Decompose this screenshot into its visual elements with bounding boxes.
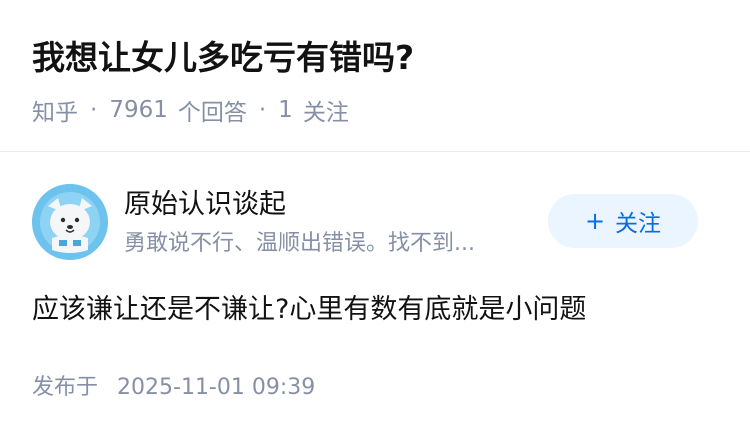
publish-info: 发布于 2025-11-01 09:39 — [32, 372, 315, 404]
question-meta: 知乎 · 7961 个回答 · 1 关注 — [32, 92, 349, 128]
publish-datetime: 2025-11-01 09:39 — [117, 375, 316, 400]
source-label: 知乎 — [32, 100, 78, 126]
author-avatar[interactable] — [32, 184, 108, 260]
follow-count: 1 — [278, 97, 293, 123]
question-title[interactable]: 我想让女儿多吃亏有错吗? — [32, 34, 414, 82]
publish-label: 发布于 — [32, 375, 99, 400]
dog-avatar-icon — [32, 184, 108, 260]
meta-separator: · — [258, 97, 267, 123]
answer-count-label: 个回答 — [177, 100, 247, 126]
author-name[interactable]: 原始认识谈起 — [124, 186, 286, 224]
author-bio: 勇敢说不行、温顺出错误。找不到... — [124, 231, 475, 256]
answer-count: 7961 — [109, 97, 168, 123]
answer-content[interactable]: 应该谦让还是不谦让?心里有数有底就是小问题 — [32, 288, 586, 332]
author-info: 原始认识谈起 勇敢说不行、温顺出错误。找不到... + 关注 — [32, 184, 718, 264]
plus-icon: + — [584, 207, 606, 235]
follow-button-label: 关注 — [615, 211, 662, 237]
section-divider — [0, 151, 750, 152]
follow-button[interactable]: + 关注 — [548, 194, 698, 248]
follow-count-label: 关注 — [302, 100, 349, 126]
meta-separator: · — [90, 97, 98, 123]
